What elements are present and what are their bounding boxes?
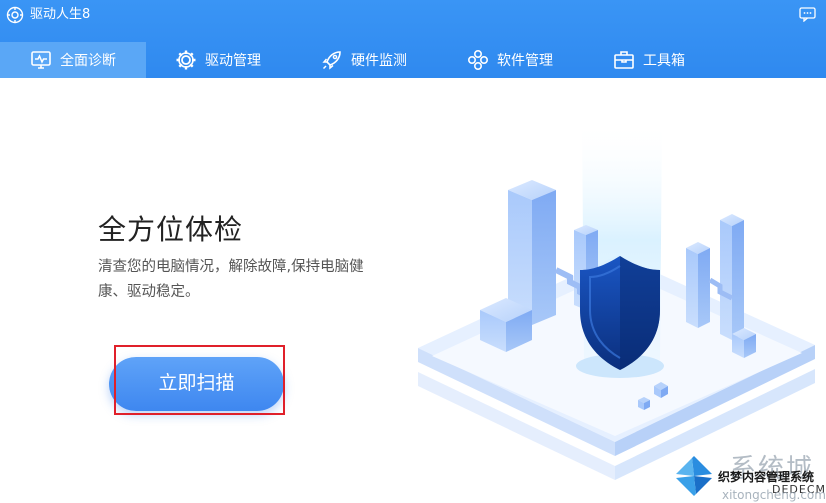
security-city-illustration bbox=[418, 120, 815, 480]
watermark: 系统城 织梦内容管理系统 DEDECMS.COM xitongcheng.com bbox=[672, 448, 826, 503]
tab-label: 软件管理 bbox=[497, 53, 553, 69]
apps-grid-icon bbox=[467, 49, 489, 71]
gear-icon bbox=[176, 50, 196, 70]
tab-hardware-monitor[interactable]: 硬件监测 bbox=[321, 42, 407, 78]
tab-label: 驱动管理 bbox=[205, 53, 261, 69]
app-title: 驱动人生8 bbox=[30, 7, 91, 22]
tab-toolbox[interactable]: 工具箱 bbox=[613, 42, 685, 78]
top-bar: 驱动人生8 全面诊断 驱动管理 硬件监测 软件管理 工具箱 bbox=[0, 0, 826, 78]
toolbox-icon bbox=[614, 51, 634, 69]
tab-driver-management[interactable]: 驱动管理 bbox=[175, 42, 261, 78]
tab-software-management[interactable]: 软件管理 bbox=[467, 42, 553, 78]
tab-label: 全面诊断 bbox=[60, 53, 116, 69]
windows-logo-icon bbox=[674, 456, 714, 496]
tab-label: 工具箱 bbox=[643, 53, 685, 69]
title-bar: 驱动人生8 bbox=[0, 0, 826, 32]
tab-label: 硬件监测 bbox=[351, 53, 407, 69]
monitor-pulse-icon bbox=[31, 51, 51, 69]
watermark-url: xitongcheng.com bbox=[722, 488, 826, 502]
page-description: 清查您的电脑情况，解除故障,保持电脑健康、驱动稳定。 bbox=[98, 259, 364, 300]
rocket-icon bbox=[322, 51, 341, 70]
feedback-icon[interactable] bbox=[799, 7, 816, 22]
app-logo-icon bbox=[6, 6, 24, 24]
tab-full-diagnosis[interactable]: 全面诊断 bbox=[0, 42, 146, 78]
page-headline: 全方位体检 bbox=[98, 213, 244, 246]
highlight-annotation bbox=[114, 345, 285, 415]
main-nav: 全面诊断 驱动管理 硬件监测 软件管理 工具箱 bbox=[0, 42, 826, 78]
